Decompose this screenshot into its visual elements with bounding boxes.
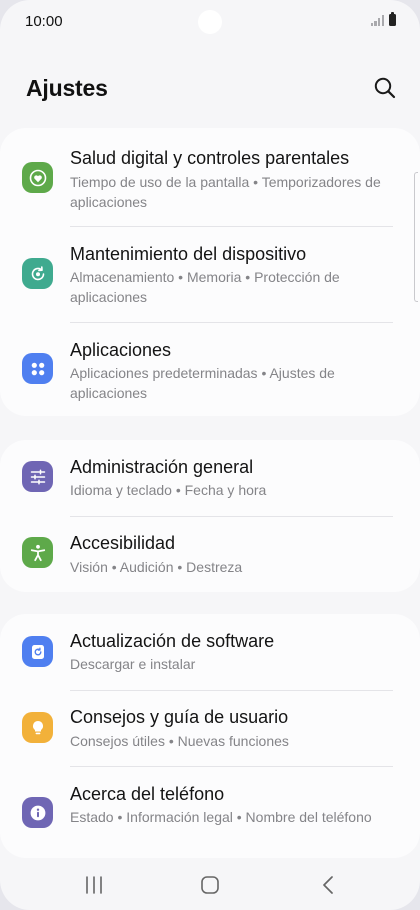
- front-camera-cutout: [198, 10, 222, 34]
- item-title: Mantenimiento del dispositivo: [70, 244, 307, 264]
- refresh-shield-icon: [22, 258, 53, 289]
- settings-group-1: Salud digital y controles parentales Tie…: [0, 128, 420, 416]
- item-title: Salud digital y controles parentales: [70, 148, 350, 168]
- settings-item-tips[interactable]: Consejos y guía de usuario Consejos útil…: [0, 690, 420, 766]
- item-title: Accesibilidad: [70, 533, 176, 553]
- settings-item-device-care[interactable]: Mantenimiento del dispositivo Almacenami…: [0, 226, 420, 322]
- settings-item-apps[interactable]: Aplicaciones Aplicaciones predeterminada…: [0, 322, 420, 416]
- settings-item-general-management[interactable]: Administración general Idioma y teclado …: [0, 440, 420, 516]
- status-icons: [370, 12, 396, 26]
- signal-icon: [370, 14, 384, 26]
- item-title: Aplicaciones: [70, 340, 172, 360]
- heart-timer-icon: [22, 162, 53, 193]
- item-subtitle: Descargar e instalar: [70, 656, 196, 672]
- back-button[interactable]: [314, 874, 342, 896]
- item-subtitle: Estado • Información legal • Nombre del …: [70, 809, 372, 825]
- home-icon: [201, 876, 219, 894]
- navigation-bar: [0, 858, 420, 910]
- page-header: Ajustes: [0, 70, 420, 110]
- item-title: Acerca del teléfono: [70, 784, 225, 804]
- item-subtitle: Almacenamiento • Memoria • Protección de…: [70, 269, 340, 305]
- sliders-icon: [22, 461, 53, 492]
- item-subtitle: Tiempo de uso de la pantalla • Temporiza…: [70, 174, 381, 210]
- recents-icon: [86, 876, 102, 894]
- accessibility-person-icon: [22, 537, 53, 568]
- item-subtitle: Consejos útiles • Nuevas funciones: [70, 733, 289, 749]
- search-button[interactable]: [372, 75, 398, 101]
- scrollbar[interactable]: [414, 172, 418, 302]
- settings-item-digital-wellbeing[interactable]: Salud digital y controles parentales Tie…: [0, 128, 420, 226]
- lightbulb-icon: [22, 712, 53, 743]
- home-button[interactable]: [196, 874, 224, 896]
- item-title: Actualización de software: [70, 631, 275, 651]
- item-subtitle: Visión • Audición • Destreza: [70, 559, 243, 575]
- item-subtitle: Idioma y teclado • Fecha y hora: [70, 482, 267, 498]
- apps-grid-icon: [22, 353, 53, 384]
- settings-item-software-update[interactable]: Actualización de software Descargar e in…: [0, 614, 420, 690]
- status-bar: 10:00: [0, 0, 420, 44]
- settings-group-3: Actualización de software Descargar e in…: [0, 614, 420, 858]
- info-icon: [22, 797, 53, 828]
- settings-screen: 10:00 Ajustes Salud digital y controles …: [0, 0, 420, 910]
- back-icon: [323, 876, 333, 894]
- recents-button[interactable]: [80, 874, 108, 896]
- settings-item-accessibility[interactable]: Accesibilidad Visión • Audición • Destre…: [0, 516, 420, 592]
- item-subtitle: Aplicaciones predeterminadas • Ajustes d…: [70, 365, 335, 401]
- item-title: Administración general: [70, 457, 254, 477]
- item-title: Consejos y guía de usuario: [70, 707, 289, 727]
- status-time: 10:00: [25, 13, 63, 30]
- settings-item-about-phone[interactable]: Acerca del teléfono Estado • Información…: [0, 766, 420, 858]
- software-update-icon: [22, 636, 53, 667]
- battery-icon: [389, 12, 396, 26]
- settings-group-2: Administración general Idioma y teclado …: [0, 440, 420, 592]
- search-icon: [374, 77, 396, 99]
- page-title: Ajustes: [26, 75, 108, 101]
